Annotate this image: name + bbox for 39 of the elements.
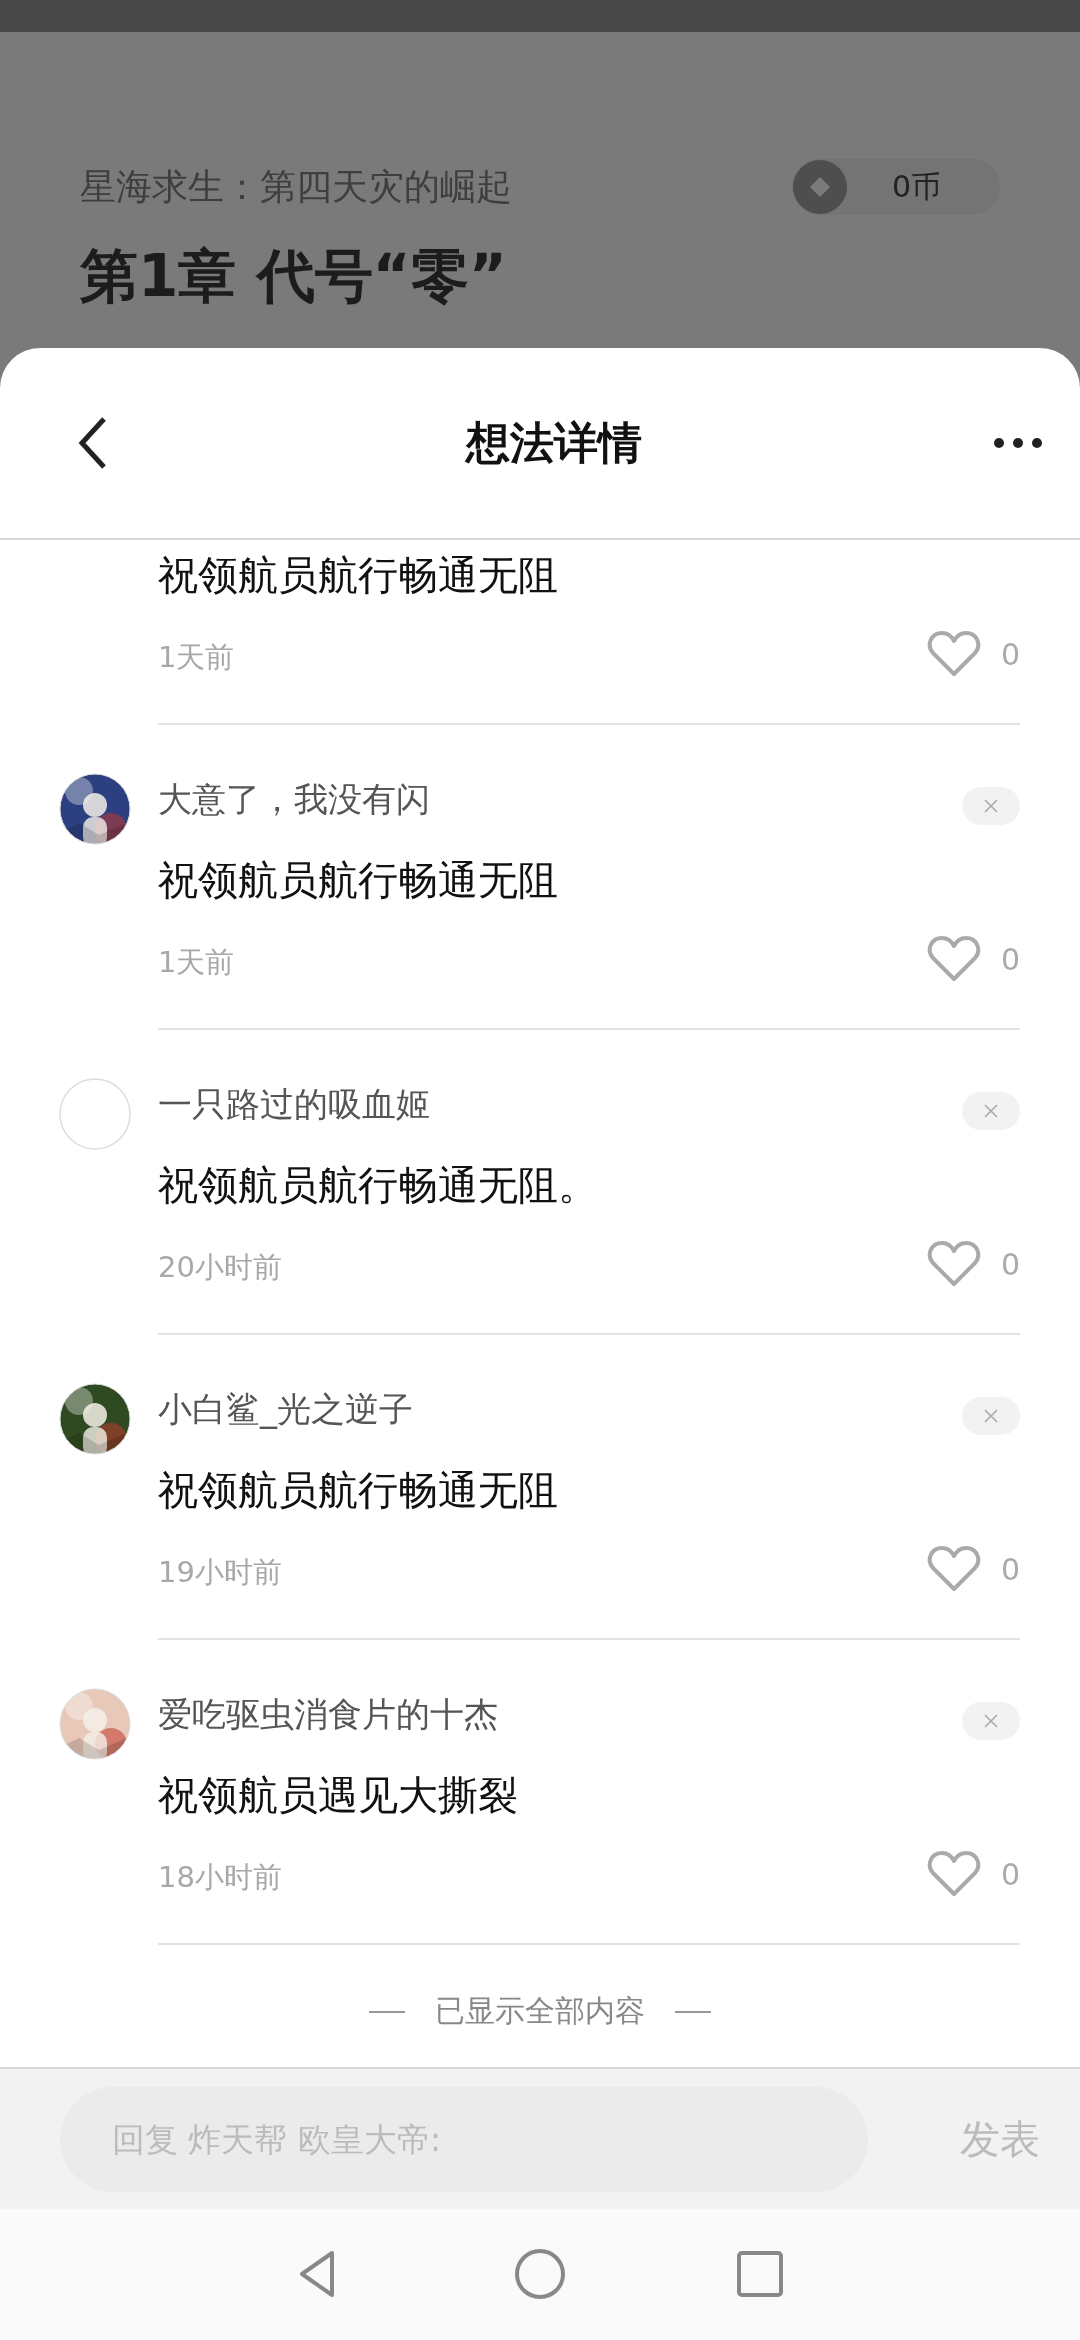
heart-icon[interactable] (926, 1850, 981, 1898)
comment-time: 1天前 (158, 944, 235, 981)
comment-time: 1天前 (158, 639, 235, 676)
close-icon (983, 1408, 999, 1424)
like-count: 0 (1000, 1856, 1020, 1892)
heart-icon[interactable] (926, 1545, 981, 1593)
comment-text: 祝领航员航行畅通无阻 (158, 551, 558, 600)
comment-time: 19小时前 (158, 1554, 282, 1591)
close-button[interactable] (962, 1702, 1020, 1740)
user-name[interactable]: 小白鲨_光之逆子 (158, 1387, 413, 1433)
like-count: 0 (1000, 1551, 1020, 1587)
chapter-title: 第1章 代号“零” (80, 241, 508, 312)
close-icon (983, 798, 999, 814)
user-name[interactable]: 爱吃驱虫消食片的十杰 (158, 1692, 498, 1738)
close-button[interactable] (962, 787, 1020, 825)
heart-icon[interactable] (926, 935, 981, 983)
close-icon (983, 1713, 999, 1729)
like-count: 0 (1000, 941, 1020, 977)
close-button[interactable] (962, 1092, 1020, 1130)
heart-icon[interactable] (926, 1240, 981, 1288)
end-note: 已显示全部内容 (435, 1992, 645, 2030)
book-title: 星海求生：第四天灾的崛起 (80, 164, 512, 209)
page-title: 想法详情 (466, 415, 642, 470)
coin-icon (792, 159, 848, 215)
user-name[interactable]: 一只路过的吸血姬 (158, 1082, 430, 1128)
like-count: 0 (1000, 1246, 1020, 1282)
comment-time: 20小时前 (158, 1249, 282, 1286)
avatar-circle (59, 1078, 131, 1150)
close-button[interactable] (962, 1397, 1020, 1435)
comment-text: 祝领航员遇见大撕裂 (158, 1771, 518, 1820)
like-count: 0 (1000, 636, 1020, 672)
comment-text: 祝领航员航行畅通无阻 (158, 1466, 558, 1515)
user-name[interactable]: 大意了，我没有闪 (158, 777, 430, 823)
heart-icon[interactable] (926, 630, 981, 678)
comment-time: 18小时前 (158, 1859, 282, 1896)
comment-text: 祝领航员航行畅通无阻 (158, 856, 558, 905)
more-icon[interactable] (992, 436, 1044, 450)
comment-text: 祝领航员航行畅通无阻。 (158, 1161, 598, 1210)
close-icon (983, 1103, 999, 1119)
